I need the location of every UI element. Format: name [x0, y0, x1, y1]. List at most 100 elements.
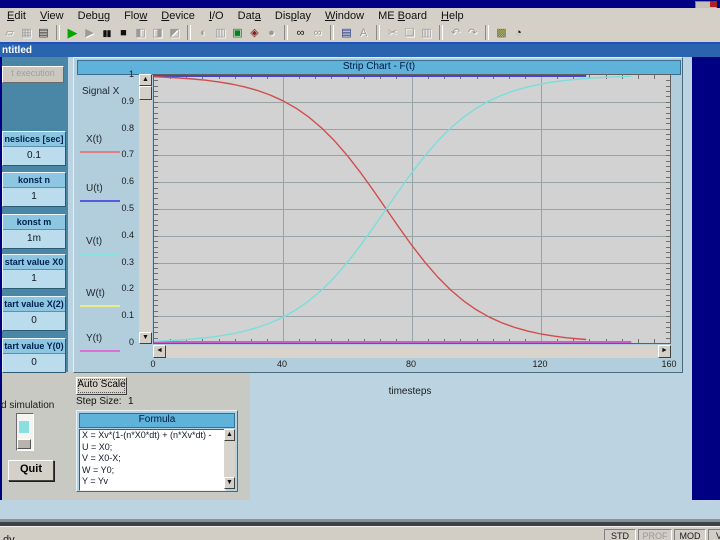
window-divider [0, 519, 720, 526]
stop-icon[interactable]: ■ [115, 25, 132, 41]
image-icon[interactable]: ▩ [493, 25, 510, 41]
status-panel-mod: MOD [674, 529, 706, 540]
x-tick-0: 0 [150, 359, 155, 369]
io-config-icon[interactable]: ◈ [246, 25, 263, 41]
formula-scroll-down-icon[interactable]: ▼ [224, 477, 235, 489]
formula-text[interactable]: X = Xv*(1-(n*X0*dt) + (n*Xv*dt) -U = X0;… [79, 429, 226, 491]
menu-debug[interactable]: Debug [71, 10, 117, 22]
control-tart-value-y-0: tart value Y(0)0 [2, 338, 66, 373]
timer-icon[interactable]: ◔ [510, 25, 527, 41]
y-tick-0-8: 0.8 [121, 123, 134, 133]
toolbar-separator [330, 25, 334, 40]
panel-title: ntitled [2, 45, 32, 56]
control-label: tart value Y(0) [3, 339, 65, 354]
paste-icon: ▥ [418, 25, 435, 41]
scroll-left-icon[interactable]: ◄ [153, 345, 166, 358]
toolbar-separator [376, 25, 380, 40]
simulation-toggle[interactable] [16, 413, 34, 451]
chart-title[interactable]: Strip Chart - F(t) [77, 60, 681, 75]
control-value[interactable]: 1 [3, 270, 65, 288]
auto-scale-button[interactable]: Auto Scale [76, 377, 127, 395]
strip-chart: Strip Chart - F(t) Signal XX(t)U(t)V(t)W… [73, 57, 683, 373]
toggle-handle[interactable] [17, 439, 31, 449]
toolbar: ▱▦▤▶▶▮▮■◧◨◩◐▥▣◈●∞∞▤A✂❏▥↶↷▩◔ [0, 23, 720, 43]
find-next-icon: ∞ [309, 25, 326, 41]
formula-title[interactable]: Formula [79, 413, 235, 428]
toolbar-group: ▤A [338, 24, 372, 41]
control-label: tart value X(2) [3, 297, 65, 312]
formula-scrollbar[interactable]: ▲▼ [224, 429, 235, 489]
find-icon[interactable]: ∞ [292, 25, 309, 41]
formula-box: Formula X = Xv*(1-(n*X0*dt) + (n*Xv*dt) … [76, 410, 238, 492]
toggle-indicator [19, 421, 29, 433]
step-into-icon: ◧ [132, 25, 149, 41]
toolbar-separator [485, 25, 489, 40]
resume-icon: ▶ [81, 25, 98, 41]
vscroll-thumb[interactable] [139, 86, 152, 100]
scroll-down-icon[interactable]: ▼ [139, 332, 152, 344]
y-tick-0-1: 0.1 [121, 310, 134, 320]
formula-scroll-up-icon[interactable]: ▲ [224, 429, 235, 441]
menu-device[interactable]: Device [154, 10, 202, 22]
workspace-background [692, 57, 720, 500]
quit-button[interactable]: Quit [8, 460, 54, 481]
properties-icon[interactable]: ▤ [338, 25, 355, 41]
horizontal-scrollbar[interactable]: ◄► [153, 345, 671, 358]
scroll-up-icon[interactable]: ▲ [139, 74, 152, 86]
toolbar-group: ↶↷ [447, 24, 481, 41]
menu-me-board[interactable]: ME Board [371, 10, 434, 22]
run-icon[interactable]: ▶ [64, 25, 81, 41]
control-value[interactable]: 0 [3, 354, 65, 372]
formula-line-4: W = Y0; [80, 465, 225, 477]
hand-icon: ◐ [195, 25, 212, 41]
vertical-scrollbar[interactable]: ▲▼ [139, 74, 152, 344]
control-value[interactable]: 0.1 [3, 147, 65, 165]
close-icon[interactable] [710, 1, 717, 7]
status-panel-prof: PROF [638, 529, 672, 540]
cut-icon: ✂ [384, 25, 401, 41]
control-value[interactable]: 1 [3, 188, 65, 206]
device-icon[interactable]: ▣ [229, 25, 246, 41]
status-panel-vb: VB [708, 529, 720, 540]
panel-titlebar[interactable]: ntitled [0, 42, 720, 57]
control-start-value-x0: start value X01 [2, 254, 66, 289]
step-size-value: 1 [128, 396, 134, 407]
execution-button[interactable]: t execution [2, 66, 64, 83]
menu-edit[interactable]: Edit [0, 10, 33, 22]
scroll-right-icon[interactable]: ► [658, 345, 671, 358]
control-value[interactable]: 0 [3, 312, 65, 330]
menu-flow[interactable]: Flow [117, 10, 154, 22]
menu-display[interactable]: Display [268, 10, 318, 22]
legend-swatch-u-t [80, 200, 120, 202]
y-tick-0-7: 0.7 [121, 149, 134, 159]
menu-window[interactable]: Window [318, 10, 371, 22]
save-icon: ▦ [18, 25, 35, 41]
menu-help[interactable]: Help [434, 10, 471, 22]
legend-swatch-w-t [80, 305, 120, 307]
formula-line-2: U = X0; [80, 442, 225, 454]
pause-icon[interactable]: ▮▮ [98, 25, 115, 41]
legend-label-w-t: W(t) [86, 288, 105, 299]
y-tick-0: 0 [129, 337, 134, 347]
menu-view[interactable]: View [33, 10, 71, 22]
toolbar-separator [56, 25, 60, 40]
x-tick-160: 160 [661, 359, 676, 369]
formula-line-5: Y = Yv [80, 476, 225, 488]
plot-area [153, 74, 671, 344]
window-titlebar[interactable] [0, 0, 720, 8]
status-panel-std: STD [604, 529, 636, 540]
toolbar-separator [439, 25, 443, 40]
control-value[interactable]: 1m [3, 230, 65, 248]
step-size-label: Step Size: [76, 396, 122, 407]
toolbar-group: ∞∞ [292, 24, 326, 41]
control-tart-value-x-2: tart value X(2)0 [2, 296, 66, 331]
plot-canvas [154, 75, 670, 343]
menu-i-o[interactable]: I/O [202, 10, 231, 22]
redo-icon: ↷ [464, 25, 481, 41]
y-tick-0-3: 0.3 [121, 257, 134, 267]
menubar: EditViewDebugFlowDeviceI/ODataDisplayWin… [0, 8, 720, 23]
open-icon: ▱ [1, 25, 18, 41]
menu-data[interactable]: Data [231, 10, 268, 22]
print-icon[interactable]: ▤ [35, 25, 52, 41]
copy-icon: ❏ [401, 25, 418, 41]
